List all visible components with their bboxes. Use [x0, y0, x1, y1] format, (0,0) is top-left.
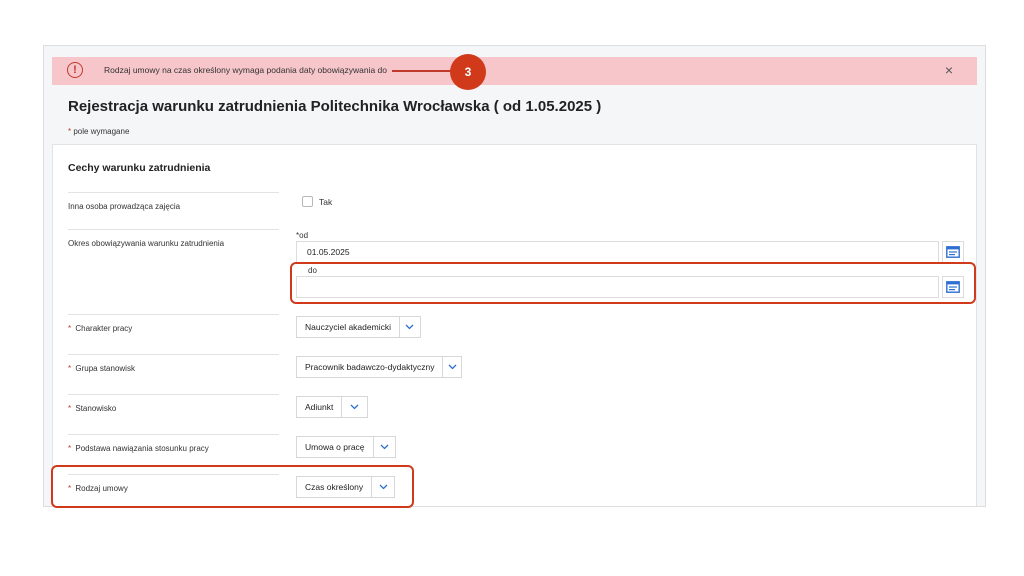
row-label-charakter: * Charakter pracy [68, 324, 132, 333]
required-star: * [68, 127, 72, 136]
row-label-stanowisko: * Stanowisko [68, 404, 116, 413]
calendar-button-from[interactable] [942, 241, 964, 263]
chevron-down-icon[interactable] [341, 397, 367, 417]
highlight-rodzaj-umowy [51, 465, 414, 508]
row-label-text: Podstawa nawiązania stosunku pracy [75, 444, 209, 453]
charakter-pracy-select[interactable]: Nauczyciel akademicki [296, 316, 421, 338]
row-divider [68, 394, 279, 395]
stanowisko-select[interactable]: Adiunkt [296, 396, 368, 418]
error-alert: ! Rodzaj umowy na czas określony wymaga … [52, 54, 977, 90]
row-label-text: Charakter pracy [75, 324, 133, 333]
row-label-text: Inna osoba prowadząca zajęcia [68, 202, 181, 211]
row-divider [68, 229, 279, 230]
grupa-stanowisk-select[interactable]: Pracownik badawczo-dydaktyczny [296, 356, 462, 378]
callout-line [392, 70, 452, 72]
row-label-grupa: * Grupa stanowisk [68, 364, 135, 373]
section-title: Cechy warunku zatrudnienia [68, 162, 211, 174]
tak-checkbox-label: Tak [319, 197, 333, 207]
select-value: Nauczyciel akademicki [305, 322, 391, 332]
row-divider [68, 354, 279, 355]
alert-message: Rodzaj umowy na czas określony wymaga po… [104, 65, 388, 75]
date-from-input[interactable]: 01.05.2025 [296, 241, 939, 263]
select-value: Pracownik badawczo-dydaktyczny [305, 362, 435, 372]
highlight-date-to [290, 262, 976, 304]
page-title: Rejestracja warunku zatrudnienia Politec… [68, 98, 602, 115]
required-star: * [68, 364, 72, 373]
chevron-down-icon[interactable] [372, 437, 395, 457]
required-star: * [68, 444, 72, 453]
row-label-podstawa: * Podstawa nawiązania stosunku pracy [68, 444, 209, 453]
form-card: Cechy warunku zatrudnienia Inna osoba pr… [52, 144, 977, 506]
row-label-text: Grupa stanowisk [75, 364, 135, 373]
row-label-text: Okres obowiązywania warunku zatrudnienia [68, 239, 225, 248]
podstawa-select[interactable]: Umowa o pracę [296, 436, 396, 458]
tak-checkbox[interactable] [302, 196, 313, 207]
date-from-label: *od [296, 231, 309, 240]
row-label-text: Stanowisko [75, 404, 117, 413]
row-divider [68, 314, 279, 315]
chevron-down-icon[interactable] [398, 317, 420, 337]
row-label-inna-osoba: Inna osoba prowadząca zajęcia [68, 202, 180, 211]
chevron-down-icon[interactable] [442, 357, 461, 377]
error-circle-icon: ! [67, 62, 83, 78]
row-divider [68, 192, 279, 193]
select-value: Umowa o pracę [305, 442, 365, 452]
calendar-icon [946, 246, 960, 258]
row-label-okres: Okres obowiązywania warunku zatrudnienia [68, 239, 224, 248]
row-divider [68, 434, 279, 435]
required-star: * [68, 324, 72, 333]
required-star: * [68, 404, 72, 413]
required-note-text: pole wymagane [73, 127, 130, 136]
step-badge: 3 [450, 54, 486, 90]
required-note: * pole wymagane [68, 127, 129, 136]
select-value: Adiunkt [305, 402, 334, 412]
close-icon[interactable]: × [945, 63, 953, 77]
